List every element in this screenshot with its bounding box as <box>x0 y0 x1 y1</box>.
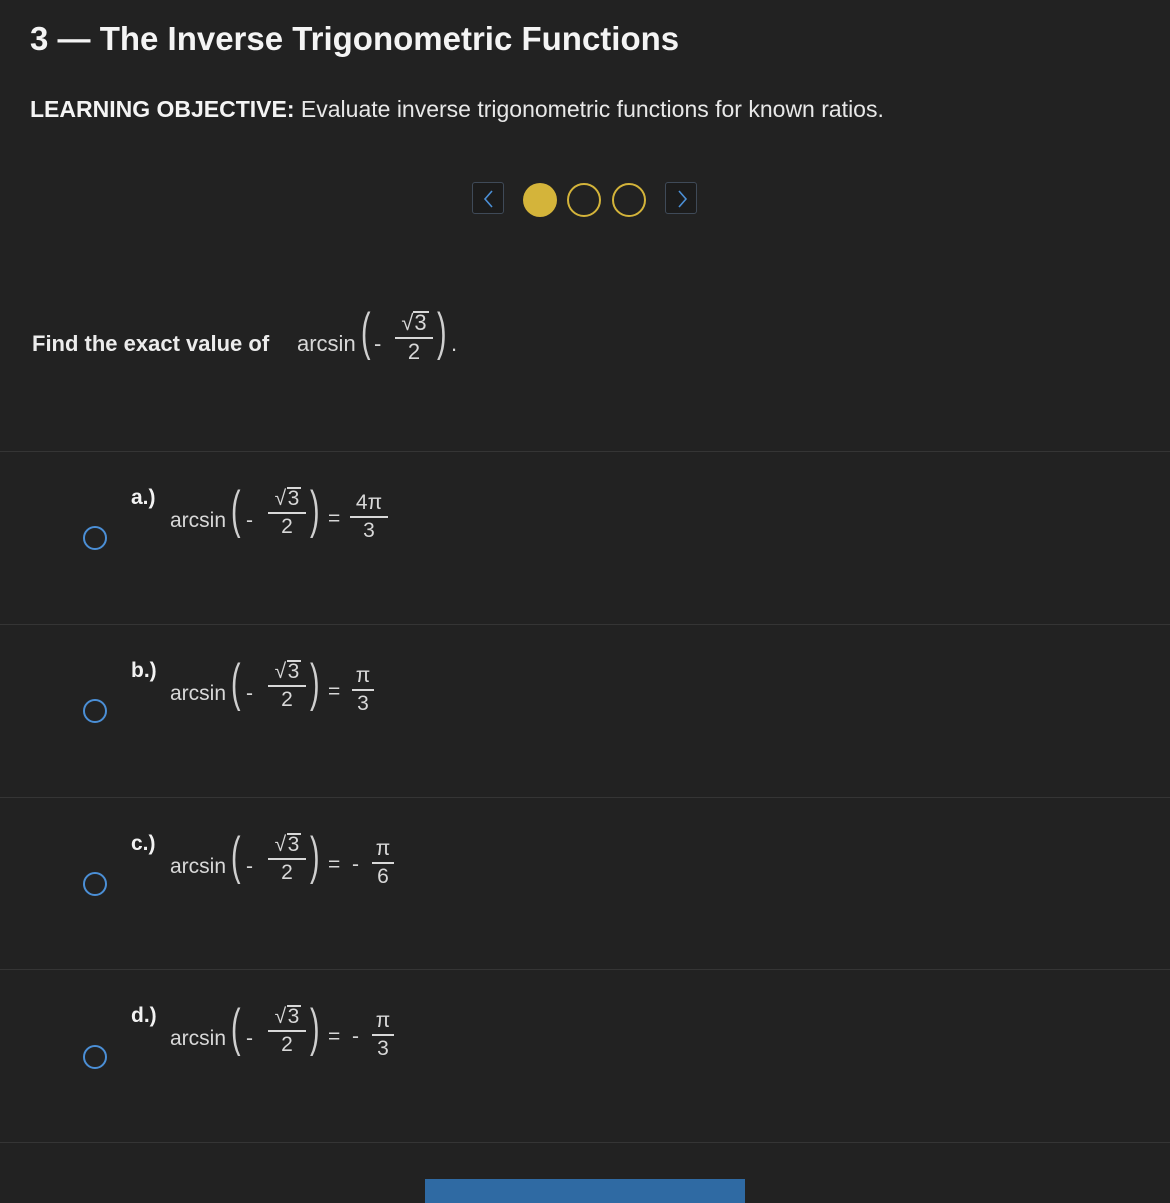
left-paren: ( <box>361 303 371 361</box>
result-sign: - <box>352 853 359 876</box>
left-paren: ( <box>231 654 241 712</box>
option-letter: b.) <box>131 659 157 682</box>
answer-option-d[interactable]: d.) arcsin ( - √ 3 2 ) = - π 3 <box>0 970 1170 1142</box>
denominator: 2 <box>407 338 421 364</box>
question-prompt: Find the exact value of <box>32 331 270 356</box>
result-numerator: π <box>375 837 391 860</box>
radio-button-c[interactable] <box>83 872 107 896</box>
negative-sign: - <box>246 509 253 532</box>
result-fraction: π 6 <box>372 838 394 887</box>
arcsin-function: arcsin <box>297 331 356 356</box>
option-letter: a.) <box>131 486 156 509</box>
pager-dot-2[interactable] <box>567 183 601 217</box>
next-question-button[interactable] <box>665 182 697 214</box>
pager-dot-3[interactable] <box>612 183 646 217</box>
left-paren: ( <box>231 481 241 539</box>
right-paren: ) <box>310 481 320 539</box>
radicand: 3 <box>287 660 300 683</box>
right-paren: ) <box>310 654 320 712</box>
objective-text: Evaluate inverse trigonometric functions… <box>294 96 884 122</box>
lesson-page: 3 — The Inverse Trigonometric Functions … <box>0 0 1170 1203</box>
radicand: 3 <box>414 310 427 335</box>
radio-button-b[interactable] <box>83 699 107 723</box>
radio-button-a[interactable] <box>83 526 107 550</box>
left-paren: ( <box>231 827 241 885</box>
right-paren: ) <box>310 827 320 885</box>
pager-dot-1-active[interactable] <box>523 183 557 217</box>
option-expression: arcsin ( - √ 3 2 ) = π 3 <box>170 655 430 725</box>
fraction: √ 3 2 <box>268 1005 306 1056</box>
equals-sign: = <box>328 1025 341 1048</box>
answer-option-b[interactable]: b.) arcsin ( - √ 3 2 ) = π 3 <box>0 625 1170 797</box>
result-numerator: π <box>375 1009 391 1032</box>
radio-button-d[interactable] <box>83 1045 107 1069</box>
result-fraction: π 3 <box>352 665 374 714</box>
question-expression: arcsin ( - √ 3 2 ) . <box>297 303 497 378</box>
denominator: 2 <box>281 514 293 538</box>
left-paren: ( <box>231 999 241 1057</box>
denominator: 2 <box>281 1032 293 1056</box>
objective-label: LEARNING OBJECTIVE: <box>30 96 295 122</box>
chevron-right-icon <box>678 190 688 208</box>
result-sign: - <box>352 1025 359 1048</box>
option-expression: arcsin ( - √ 3 2 ) = - π 6 <box>170 828 430 898</box>
negative-sign: - <box>374 331 382 356</box>
result-denominator: 6 <box>377 864 389 888</box>
radicand: 3 <box>287 1005 300 1028</box>
equals-sign: = <box>328 853 341 876</box>
arcsin-function: arcsin <box>170 682 227 705</box>
right-paren: ) <box>310 999 320 1057</box>
result-fraction: 4π 3 <box>350 492 388 541</box>
answer-option-c[interactable]: c.) arcsin ( - √ 3 2 ) = - π 6 <box>0 798 1170 970</box>
divider <box>0 1142 1170 1143</box>
denominator: 2 <box>281 687 293 711</box>
result-denominator: 3 <box>363 518 375 542</box>
fraction: √ 3 2 <box>395 310 433 364</box>
page-title: 3 — The Inverse Trigonometric Functions <box>30 20 680 57</box>
result-fraction: π 3 <box>372 1010 394 1059</box>
square-root: √ 3 <box>401 310 429 335</box>
option-letter: c.) <box>131 832 156 855</box>
fraction: √ 3 2 <box>268 487 306 538</box>
denominator: 2 <box>281 860 293 884</box>
right-paren: ) <box>437 303 447 361</box>
answer-option-a[interactable]: a.) arcsin ( - √ 3 2 ) = 4π 3 <box>0 452 1170 624</box>
radicand: 3 <box>287 833 300 856</box>
result-numerator: 4π <box>355 491 383 514</box>
radicand: 3 <box>287 487 300 510</box>
arcsin-function: arcsin <box>170 1027 227 1050</box>
arcsin-function: arcsin <box>170 855 227 878</box>
prev-question-button[interactable] <box>472 182 504 214</box>
submit-button[interactable] <box>425 1179 745 1203</box>
negative-sign: - <box>246 682 253 705</box>
fraction: √ 3 2 <box>268 833 306 884</box>
arcsin-function: arcsin <box>170 509 227 532</box>
equals-sign: = <box>328 507 341 530</box>
negative-sign: - <box>246 855 253 878</box>
learning-objective: LEARNING OBJECTIVE: Evaluate inverse tri… <box>30 96 884 123</box>
negative-sign: - <box>246 1027 253 1050</box>
option-letter: d.) <box>131 1004 157 1027</box>
period: . <box>451 331 458 356</box>
option-expression: arcsin ( - √ 3 2 ) = - π 3 <box>170 1000 430 1070</box>
result-denominator: 3 <box>377 1036 389 1060</box>
result-denominator: 3 <box>357 691 369 715</box>
chevron-left-icon <box>483 190 493 208</box>
option-expression: arcsin ( - √ 3 2 ) = 4π 3 <box>170 482 430 552</box>
fraction: √ 3 2 <box>268 660 306 711</box>
equals-sign: = <box>328 680 341 703</box>
result-numerator: π <box>355 664 371 687</box>
